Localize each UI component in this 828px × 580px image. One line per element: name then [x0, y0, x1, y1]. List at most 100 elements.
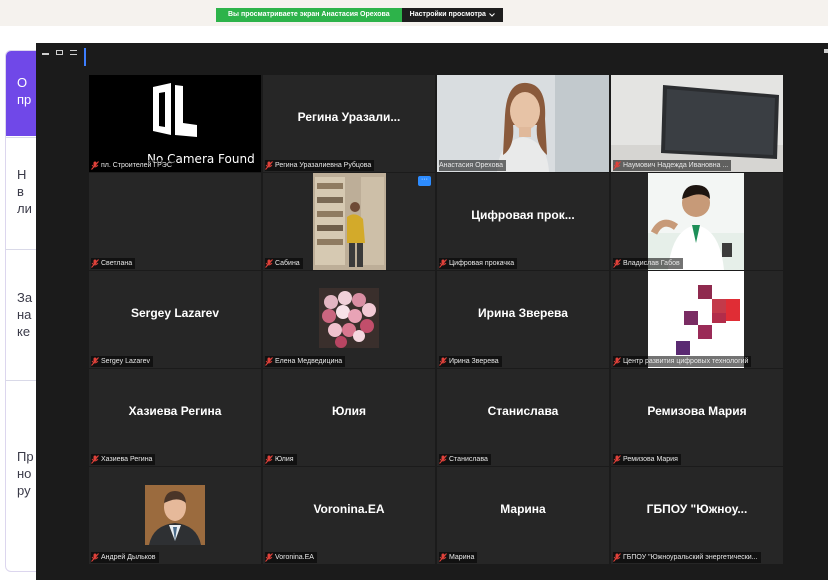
participant-tile[interactable]: ··· Сабина	[263, 173, 435, 270]
mic-muted-icon	[613, 161, 621, 170]
participant-display-name: Юлия	[331, 403, 367, 418]
mic-muted-icon	[91, 357, 99, 366]
mic-muted-icon	[613, 455, 621, 464]
participant-tile[interactable]: Наумович Надежда Ивановна ...	[611, 75, 783, 172]
participant-tile[interactable]: Регина Уразали... Регина Уразалиевна Руб…	[263, 75, 435, 172]
mic-muted-icon	[613, 553, 621, 562]
participant-name-label: Юлия	[265, 454, 297, 465]
list-view-icon[interactable]	[70, 49, 77, 55]
participant-tile[interactable]: ГБПОУ "Южноу... ГБПОУ "Южноуральский эне…	[611, 467, 783, 564]
mic-muted-icon	[439, 455, 447, 464]
participant-display-name: Хазиева Регина	[128, 403, 222, 418]
participant-name-label: Станислава	[439, 454, 491, 465]
share-message: Вы просматриваете экран Анастасия Орехов…	[216, 8, 402, 22]
participant-name-label: Наумович Надежда Ивановна ...	[613, 160, 732, 171]
mic-muted-icon	[265, 161, 273, 170]
more-options-button[interactable]: ···	[418, 176, 431, 186]
participant-display-name: Ирина Зверева	[478, 305, 568, 320]
mic-muted-icon	[91, 259, 99, 268]
participant-name-label: Анастасия Орехова	[439, 160, 507, 171]
participant-name-label: Sergey Lazarev	[91, 356, 154, 367]
participant-name: Voronina.EA	[275, 554, 314, 561]
camera-logo-icon	[153, 83, 197, 137]
gallery-grid: No Camera Found пл. Строителей ГРЭС Реги…	[89, 75, 783, 564]
participant-video	[611, 75, 783, 172]
participant-display-name: Voronina.EA	[313, 501, 385, 516]
participant-name: Регина Уразалиевна Рубцова	[275, 162, 372, 169]
participant-name-label: пл. Строителей ГРЭС	[91, 160, 175, 171]
participant-name: Ирина Зверева	[449, 358, 499, 365]
participant-name-label: Елена Медведицина	[265, 356, 346, 367]
meeting-window: No Camera Found пл. Строителей ГРЭС Реги…	[36, 43, 828, 580]
participant-name: Анастасия Орехова	[439, 162, 504, 169]
participant-tile[interactable]: Sergey Lazarev Sergey Lazarev	[89, 271, 261, 368]
participant-name-label: Регина Уразалиевна Рубцова	[265, 160, 375, 171]
participant-name: Сабина	[275, 260, 300, 267]
participant-name: Светлана	[101, 260, 133, 267]
participant-tile[interactable]: Ремизова Мария Ремизова Мария	[611, 369, 783, 466]
participant-name-label: Voronina.EA	[265, 552, 317, 563]
mic-muted-icon	[265, 259, 273, 268]
window-controls	[42, 47, 92, 66]
participant-tile[interactable]: No Camera Found пл. Строителей ГРЭС	[89, 75, 261, 172]
participant-photo	[313, 173, 386, 270]
participant-tile[interactable]: Владислав Габов	[611, 173, 783, 270]
participant-tile[interactable]: Андрей Дыльков	[89, 467, 261, 564]
participant-tile[interactable]: Ирина Зверева Ирина Зверева	[437, 271, 609, 368]
participant-name: Центр развития цифровых технологий	[623, 358, 749, 365]
background-text-2: Н в ли	[17, 167, 32, 216]
participant-tile[interactable]: Елена Медведицина	[263, 271, 435, 368]
chevron-down-icon	[489, 13, 495, 17]
participant-name-label: ГБПОУ "Южноуральский энергетически...	[613, 552, 761, 563]
view-settings-label: Настройки просмотра	[409, 11, 486, 18]
participant-tile[interactable]: Хазиева Регина Хазиева Регина	[89, 369, 261, 466]
participant-name: Цифровая прокачка	[449, 260, 515, 267]
participant-display-name: ГБПОУ "Южноу...	[646, 501, 748, 516]
participant-photo	[648, 173, 744, 270]
participant-display-name: Марина	[500, 501, 546, 516]
participant-display-name: Ремизова Мария	[647, 403, 747, 418]
participant-display-name: Цифровая прок...	[471, 207, 575, 222]
background-text-4: Пр но ру	[17, 449, 34, 498]
participant-tile[interactable]: Станислава Станислава	[437, 369, 609, 466]
minimize-icon[interactable]	[42, 53, 49, 55]
view-settings-button[interactable]: Настройки просмотра	[401, 8, 503, 22]
participant-name-label: Ирина Зверева	[439, 356, 502, 367]
mic-muted-icon	[613, 357, 621, 366]
participant-name: Юлия	[275, 456, 294, 463]
participant-name-label: Ремизова Мария	[613, 454, 681, 465]
organization-logo	[648, 271, 744, 368]
participant-name-label: Марина	[439, 552, 478, 563]
participant-display-name: Sergey Lazarev	[130, 305, 220, 320]
mic-muted-icon	[439, 259, 447, 268]
gallery-view-icon[interactable]	[84, 48, 92, 66]
participant-tile-active-speaker[interactable]: Анастасия Орехова	[437, 75, 609, 172]
participant-name-label: Владислав Габов	[613, 258, 683, 269]
participant-tile[interactable]: Марина Марина	[437, 467, 609, 564]
participant-video	[437, 75, 609, 172]
mic-muted-icon	[91, 161, 99, 170]
participant-name-label: Центр развития цифровых технологий	[613, 356, 752, 367]
participant-name: Наумович Надежда Ивановна ...	[623, 162, 729, 169]
participant-name: Станислава	[449, 456, 488, 463]
participant-tile[interactable]: Центр развития цифровых технологий	[611, 271, 783, 368]
participant-display-name: Станислава	[487, 403, 559, 418]
window-corner-icon	[824, 49, 828, 53]
participant-display-name: Регина Уразали...	[297, 109, 401, 124]
share-banner: Вы просматриваете экран Анастасия Орехов…	[216, 8, 503, 22]
participant-name: Елена Медведицина	[275, 358, 343, 365]
mic-muted-icon	[439, 553, 447, 562]
participant-tile[interactable]: Светлана	[89, 173, 261, 270]
mic-muted-icon	[613, 259, 621, 268]
background-text-3: За на ке	[17, 290, 33, 339]
participant-photo	[145, 485, 205, 545]
mic-muted-icon	[91, 553, 99, 562]
participant-name: Ремизова Мария	[623, 456, 678, 463]
participant-tile[interactable]: Цифровая прок... Цифровая прокачка	[437, 173, 609, 270]
participant-photo	[319, 288, 379, 348]
participant-name: Андрей Дыльков	[101, 554, 156, 561]
maximize-icon[interactable]	[56, 49, 63, 55]
participant-tile[interactable]: Юлия Юлия	[263, 369, 435, 466]
participant-tile[interactable]: Voronina.EA Voronina.EA	[263, 467, 435, 564]
participant-name-label: Цифровая прокачка	[439, 258, 518, 269]
